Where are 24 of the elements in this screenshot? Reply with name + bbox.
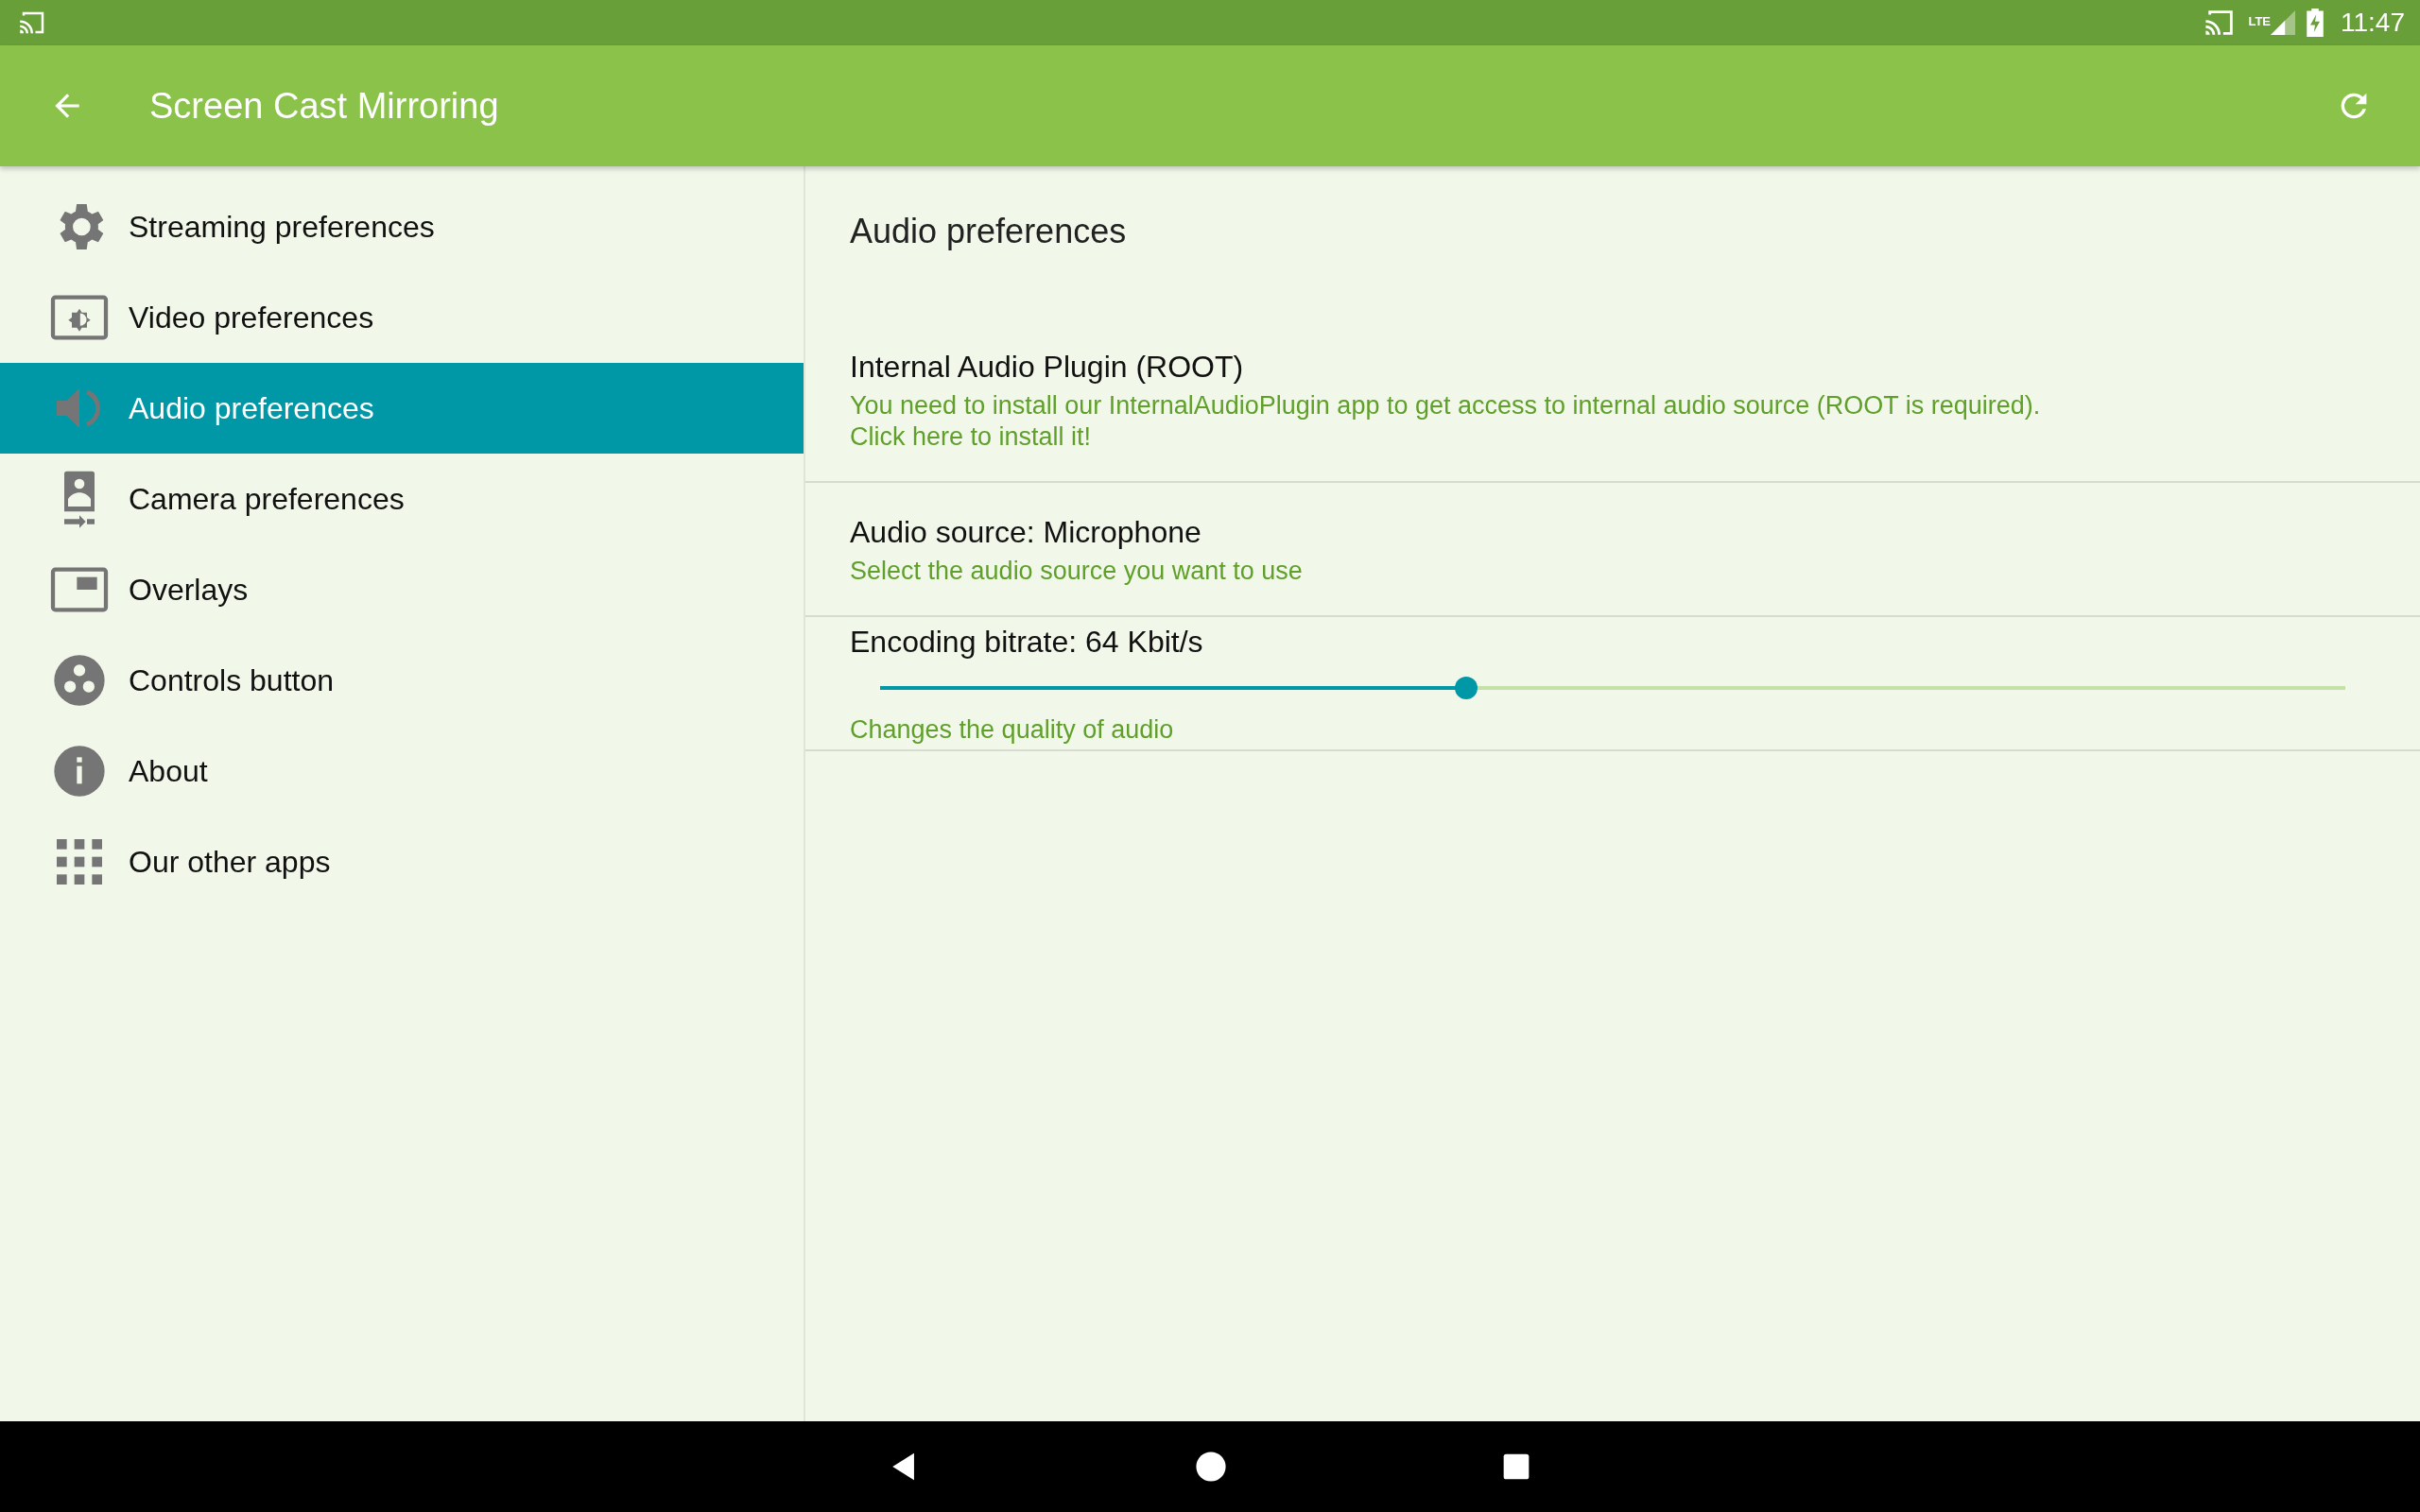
preference-title: Internal Audio Plugin (ROOT) <box>850 350 1245 385</box>
bitrate-slider[interactable] <box>880 677 2345 699</box>
preference-title: Encoding bitrate: 64 Kbit/s <box>850 625 1204 660</box>
preference-title: Audio source: Microphone <box>850 515 1202 550</box>
sidebar-item[interactable]: About <box>0 726 804 816</box>
signal-icon <box>2271 9 2295 37</box>
preference-summary: You need to install our InternalAudioPlugin app to get access to internal audio source (ROOT is required). Click here to install it! <box>850 390 2042 453</box>
sidebar-item[interactable]: Audio preferences <box>0 363 804 454</box>
sidebar-item[interactable]: Controls button <box>0 635 804 726</box>
preference-summary: Select the audio source you want to use <box>850 556 1304 587</box>
sidebar-item[interactable]: Overlays <box>0 544 804 635</box>
app-title: Screen Cast Mirroring <box>149 85 500 127</box>
recents-square-icon[interactable] <box>1501 1452 1531 1482</box>
home-circle-icon[interactable] <box>1195 1451 1227 1483</box>
sidebar-item[interactable]: Our other apps <box>0 816 804 907</box>
network-label: LTE <box>2248 14 2271 28</box>
preference-summary: Changes the quality of audio <box>850 714 1175 746</box>
sidebar-item[interactable]: Video preferences <box>0 272 804 363</box>
clock-time: 11:47 <box>2341 8 2405 38</box>
section-title: Audio preferences <box>849 211 1128 252</box>
sidebar-item[interactable]: Camera preferences <box>0 454 804 544</box>
battery-charging-icon <box>2307 9 2324 37</box>
sidebar-item[interactable]: Streaming preferences <box>0 181 804 272</box>
slider-thumb[interactable] <box>1455 677 1478 699</box>
